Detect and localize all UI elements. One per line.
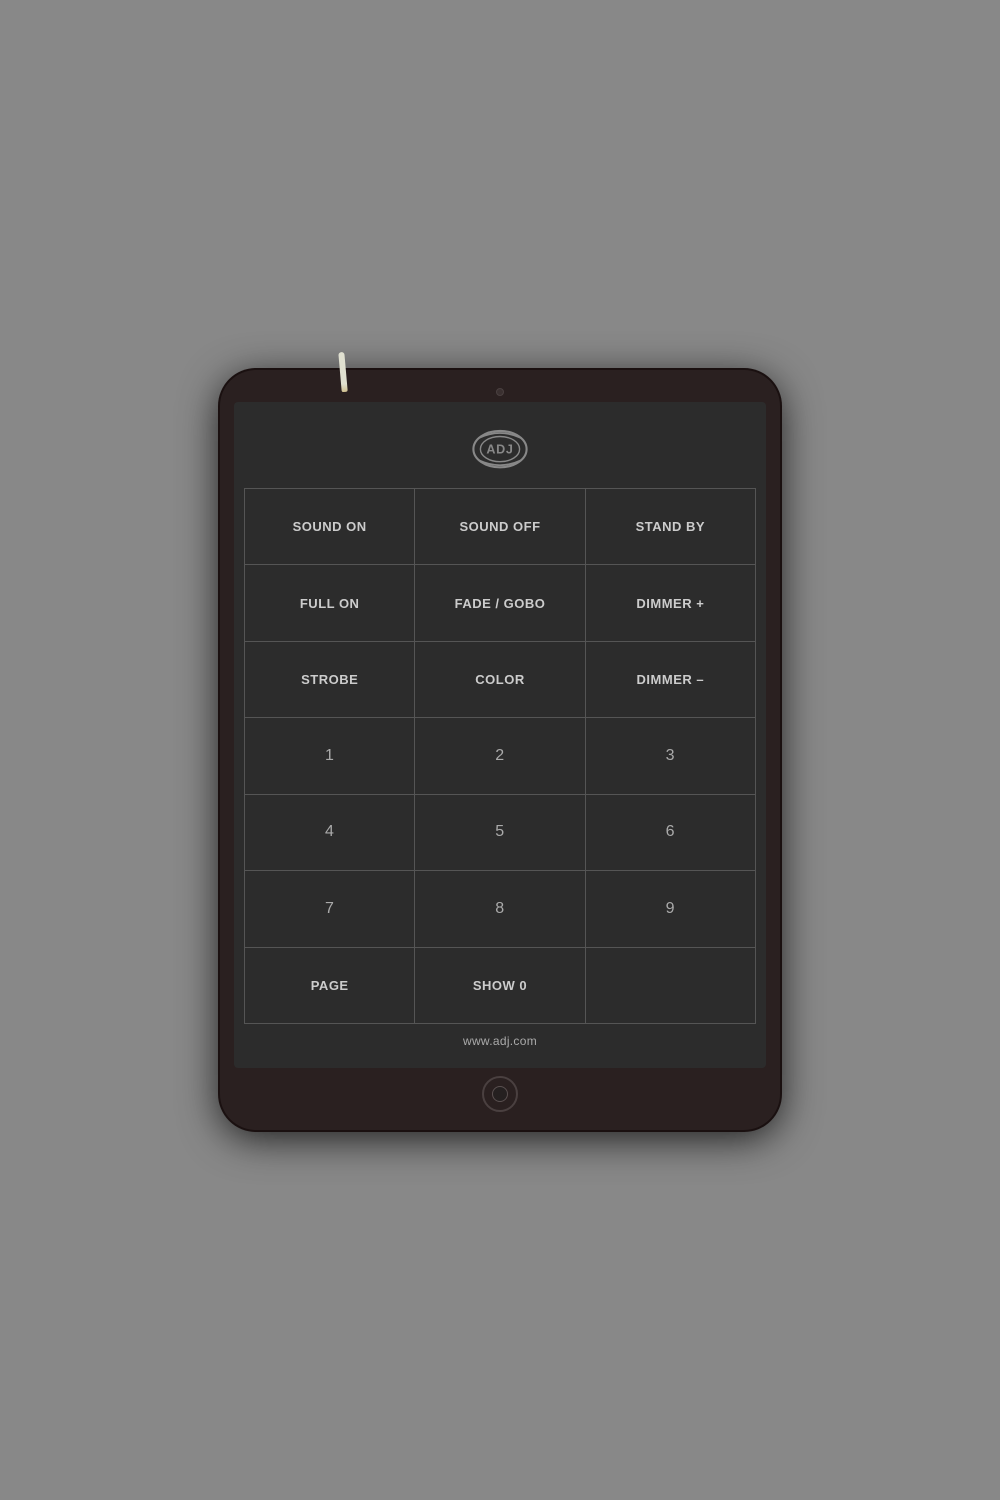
button-label: SOUND ON [293, 519, 367, 534]
button-label: 6 [666, 823, 675, 841]
button-label: DIMMER + [636, 596, 704, 611]
button-label: COLOR [475, 672, 524, 687]
button-label: 3 [666, 747, 675, 765]
button-label: 8 [495, 900, 504, 918]
button-sound-on[interactable]: SOUND ON [245, 489, 415, 565]
adj-logo-svg: ADJ [465, 422, 535, 472]
button-9[interactable]: 9 [586, 871, 756, 947]
empty-cell [586, 948, 756, 1024]
button-label: 5 [495, 823, 504, 841]
svg-text:ADJ: ADJ [486, 442, 513, 456]
button-strobe[interactable]: STROBE [245, 642, 415, 718]
button-3[interactable]: 3 [586, 718, 756, 794]
button-show-0[interactable]: SHOW 0 [415, 948, 585, 1024]
button-stand-by[interactable]: STAND BY [586, 489, 756, 565]
button-4[interactable]: 4 [245, 795, 415, 871]
button-label: SOUND OFF [459, 519, 540, 534]
button-5[interactable]: 5 [415, 795, 585, 871]
button-label: FULL ON [300, 596, 360, 611]
button-grid: SOUND ON SOUND OFF STAND BY FULL ON FADE / G… [244, 488, 756, 1024]
footer-url: www.adj.com [463, 1034, 537, 1048]
button-1[interactable]: 1 [245, 718, 415, 794]
button-page[interactable]: PAGE [245, 948, 415, 1024]
button-label: 2 [495, 747, 504, 765]
button-8[interactable]: 8 [415, 871, 585, 947]
button-label: STAND BY [636, 519, 705, 534]
logo-container: ADJ [244, 422, 756, 472]
button-label: 7 [325, 900, 334, 918]
home-button-inner [492, 1086, 508, 1102]
button-label: SHOW 0 [473, 978, 527, 993]
button-label: STROBE [301, 672, 358, 687]
tablet-screen: ADJ SOUND ON SOUND OFF STAND BY FULL ON FADE… [234, 402, 766, 1068]
footer: www.adj.com [244, 1024, 756, 1058]
button-label: 9 [666, 900, 675, 918]
button-label: DIMMER – [637, 672, 705, 687]
stylus [338, 352, 347, 392]
button-color[interactable]: COLOR [415, 642, 585, 718]
button-dimmer-–[interactable]: DIMMER – [586, 642, 756, 718]
button-full-on[interactable]: FULL ON [245, 565, 415, 641]
button-label: 1 [325, 747, 334, 765]
button-2[interactable]: 2 [415, 718, 585, 794]
button-dimmer-+[interactable]: DIMMER + [586, 565, 756, 641]
button-fade---gobo[interactable]: FADE / GOBO [415, 565, 585, 641]
button-sound-off[interactable]: SOUND OFF [415, 489, 585, 565]
button-6[interactable]: 6 [586, 795, 756, 871]
home-button[interactable] [482, 1076, 518, 1112]
button-label: FADE / GOBO [455, 596, 546, 611]
button-label: 4 [325, 823, 334, 841]
button-label: PAGE [311, 978, 349, 993]
button-7[interactable]: 7 [245, 871, 415, 947]
tablet-camera [496, 388, 504, 396]
tablet-frame: ADJ SOUND ON SOUND OFF STAND BY FULL ON FADE… [220, 370, 780, 1130]
